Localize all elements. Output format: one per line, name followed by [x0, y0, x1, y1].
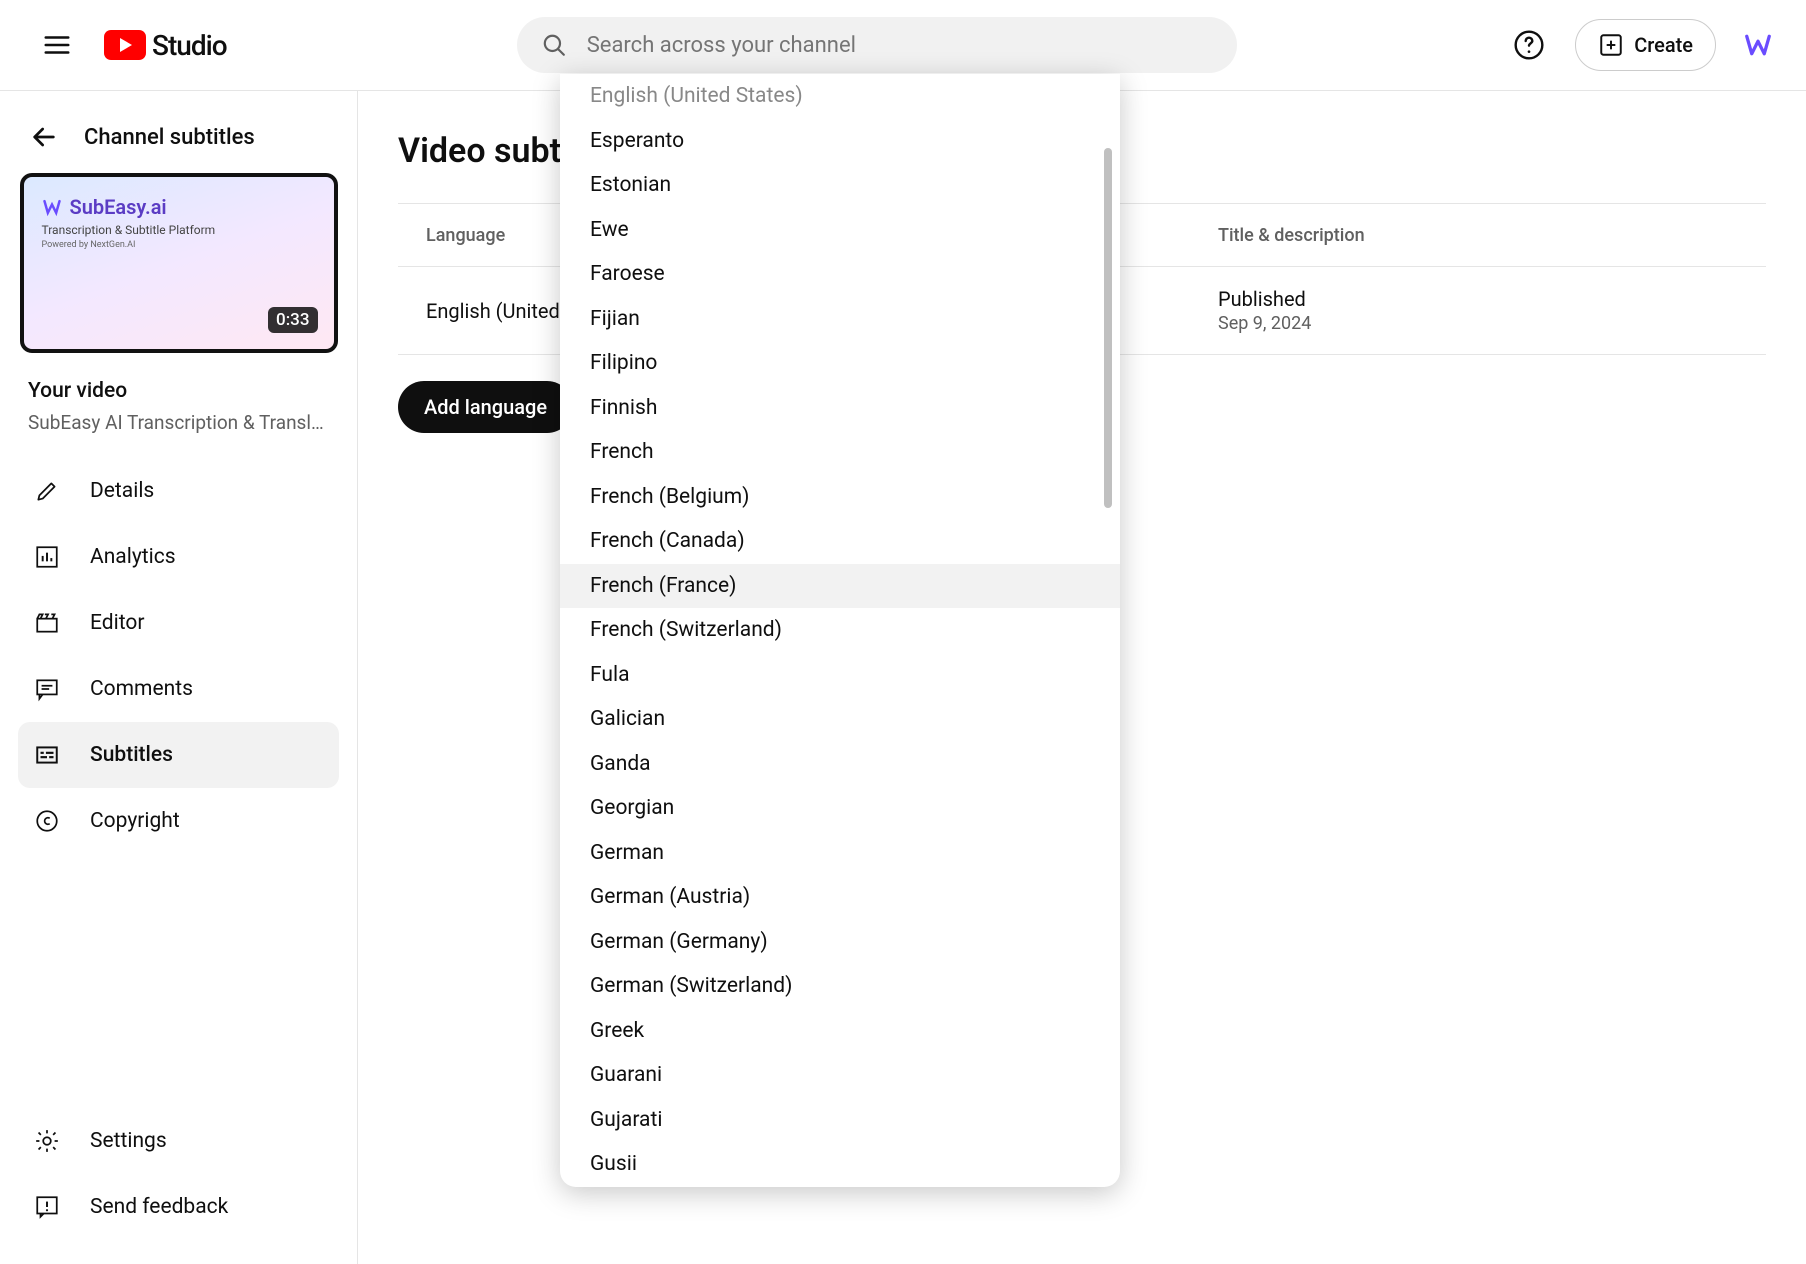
add-language-button[interactable]: Add language: [398, 381, 573, 433]
language-option[interactable]: Greek: [560, 1009, 1120, 1054]
thumbnail-line1: Transcription & Subtitle Platform: [42, 223, 316, 237]
language-option[interactable]: Finnish: [560, 386, 1120, 431]
subtitles-icon: [32, 742, 62, 768]
hamburger-menu-button[interactable]: [30, 18, 84, 72]
language-option[interactable]: Fijian: [560, 297, 1120, 342]
language-option[interactable]: Esperanto: [560, 119, 1120, 164]
cell-date: Sep 9, 2024: [1218, 313, 1766, 334]
analytics-icon: [32, 544, 62, 570]
sidebar-item-comments[interactable]: Comments: [18, 656, 339, 722]
thumbnail-line2: Powered by NextGen.AI: [42, 240, 316, 250]
thumbnail-brand: SubEasy.ai: [42, 195, 316, 219]
language-option[interactable]: Gusii: [560, 1142, 1120, 1187]
sidebar-item-details[interactable]: Details: [18, 458, 339, 524]
sidebar-item-label: Editor: [90, 611, 144, 635]
cell-status: Published: [1218, 287, 1766, 311]
help-icon: [1513, 29, 1545, 61]
feedback-icon: [32, 1194, 62, 1220]
sidebar-item-label: Comments: [90, 677, 193, 701]
youtube-play-icon: [104, 30, 146, 60]
sidebar-item-label: Analytics: [90, 545, 176, 569]
sidebar-item-label: Settings: [90, 1129, 167, 1153]
language-option[interactable]: French (Belgium): [560, 475, 1120, 520]
create-label: Create: [1634, 33, 1693, 57]
your-video-label: Your video: [18, 373, 339, 409]
language-option[interactable]: Ganda: [560, 742, 1120, 787]
clapperboard-icon: [32, 610, 62, 636]
search-bar[interactable]: [517, 17, 1237, 73]
sidebar-item-editor[interactable]: Editor: [18, 590, 339, 656]
pencil-icon: [32, 478, 62, 504]
sidebar-item-copyright[interactable]: Copyright: [18, 788, 339, 854]
language-option[interactable]: Gujarati: [560, 1098, 1120, 1143]
sidebar-item-label: Details: [90, 479, 154, 503]
language-option[interactable]: French (Switzerland): [560, 608, 1120, 653]
w-brand-icon: [1743, 30, 1773, 60]
arrow-left-icon: [28, 121, 60, 153]
left-sidebar: Channel subtitles SubEasy.ai Transcripti…: [0, 91, 358, 1264]
language-option[interactable]: English (United States): [560, 74, 1120, 119]
gear-icon: [32, 1128, 62, 1154]
language-dropdown: English (United States)EsperantoEstonian…: [560, 74, 1120, 1187]
sidebar-item-feedback[interactable]: Send feedback: [18, 1174, 339, 1240]
language-option[interactable]: German (Germany): [560, 920, 1120, 965]
video-thumbnail[interactable]: SubEasy.ai Transcription & Subtitle Plat…: [20, 173, 338, 353]
language-option[interactable]: French (Canada): [560, 519, 1120, 564]
language-option[interactable]: Estonian: [560, 163, 1120, 208]
create-button[interactable]: Create: [1575, 19, 1716, 71]
sidebar-item-settings[interactable]: Settings: [18, 1108, 339, 1174]
sidebar-item-subtitles[interactable]: Subtitles: [18, 722, 339, 788]
language-option[interactable]: German: [560, 831, 1120, 876]
language-option[interactable]: Ewe: [560, 208, 1120, 253]
search-icon: [541, 31, 567, 59]
create-plus-icon: [1598, 32, 1624, 58]
sidebar-item-label: Send feedback: [90, 1195, 228, 1219]
language-option[interactable]: German (Austria): [560, 875, 1120, 920]
video-name: SubEasy AI Transcription & Translati...: [18, 409, 339, 458]
language-option[interactable]: Filipino: [560, 341, 1120, 386]
youtube-studio-logo[interactable]: Studio: [104, 29, 227, 62]
language-option[interactable]: Fula: [560, 653, 1120, 698]
language-option[interactable]: Faroese: [560, 252, 1120, 297]
language-option[interactable]: French (France): [560, 564, 1120, 609]
sidebar-item-label: Subtitles: [90, 743, 173, 767]
comments-icon: [32, 676, 62, 702]
duration-badge: 0:33: [268, 307, 317, 333]
language-option[interactable]: German (Switzerland): [560, 964, 1120, 1009]
logo-text: Studio: [152, 29, 227, 62]
sidebar-item-label: Copyright: [90, 809, 180, 833]
language-option[interactable]: Galician: [560, 697, 1120, 742]
brand-icon[interactable]: [1740, 27, 1776, 63]
dropdown-scrollbar[interactable]: [1104, 148, 1112, 508]
sidebar-item-analytics[interactable]: Analytics: [18, 524, 339, 590]
search-input[interactable]: [587, 33, 1213, 58]
language-option[interactable]: Guarani: [560, 1053, 1120, 1098]
hamburger-icon: [42, 30, 72, 60]
language-option[interactable]: Georgian: [560, 786, 1120, 831]
language-option[interactable]: French: [560, 430, 1120, 475]
help-button[interactable]: [1507, 23, 1551, 67]
back-button[interactable]: [28, 121, 60, 153]
sidebar-title: Channel subtitles: [84, 125, 255, 150]
copyright-icon: [32, 808, 62, 834]
